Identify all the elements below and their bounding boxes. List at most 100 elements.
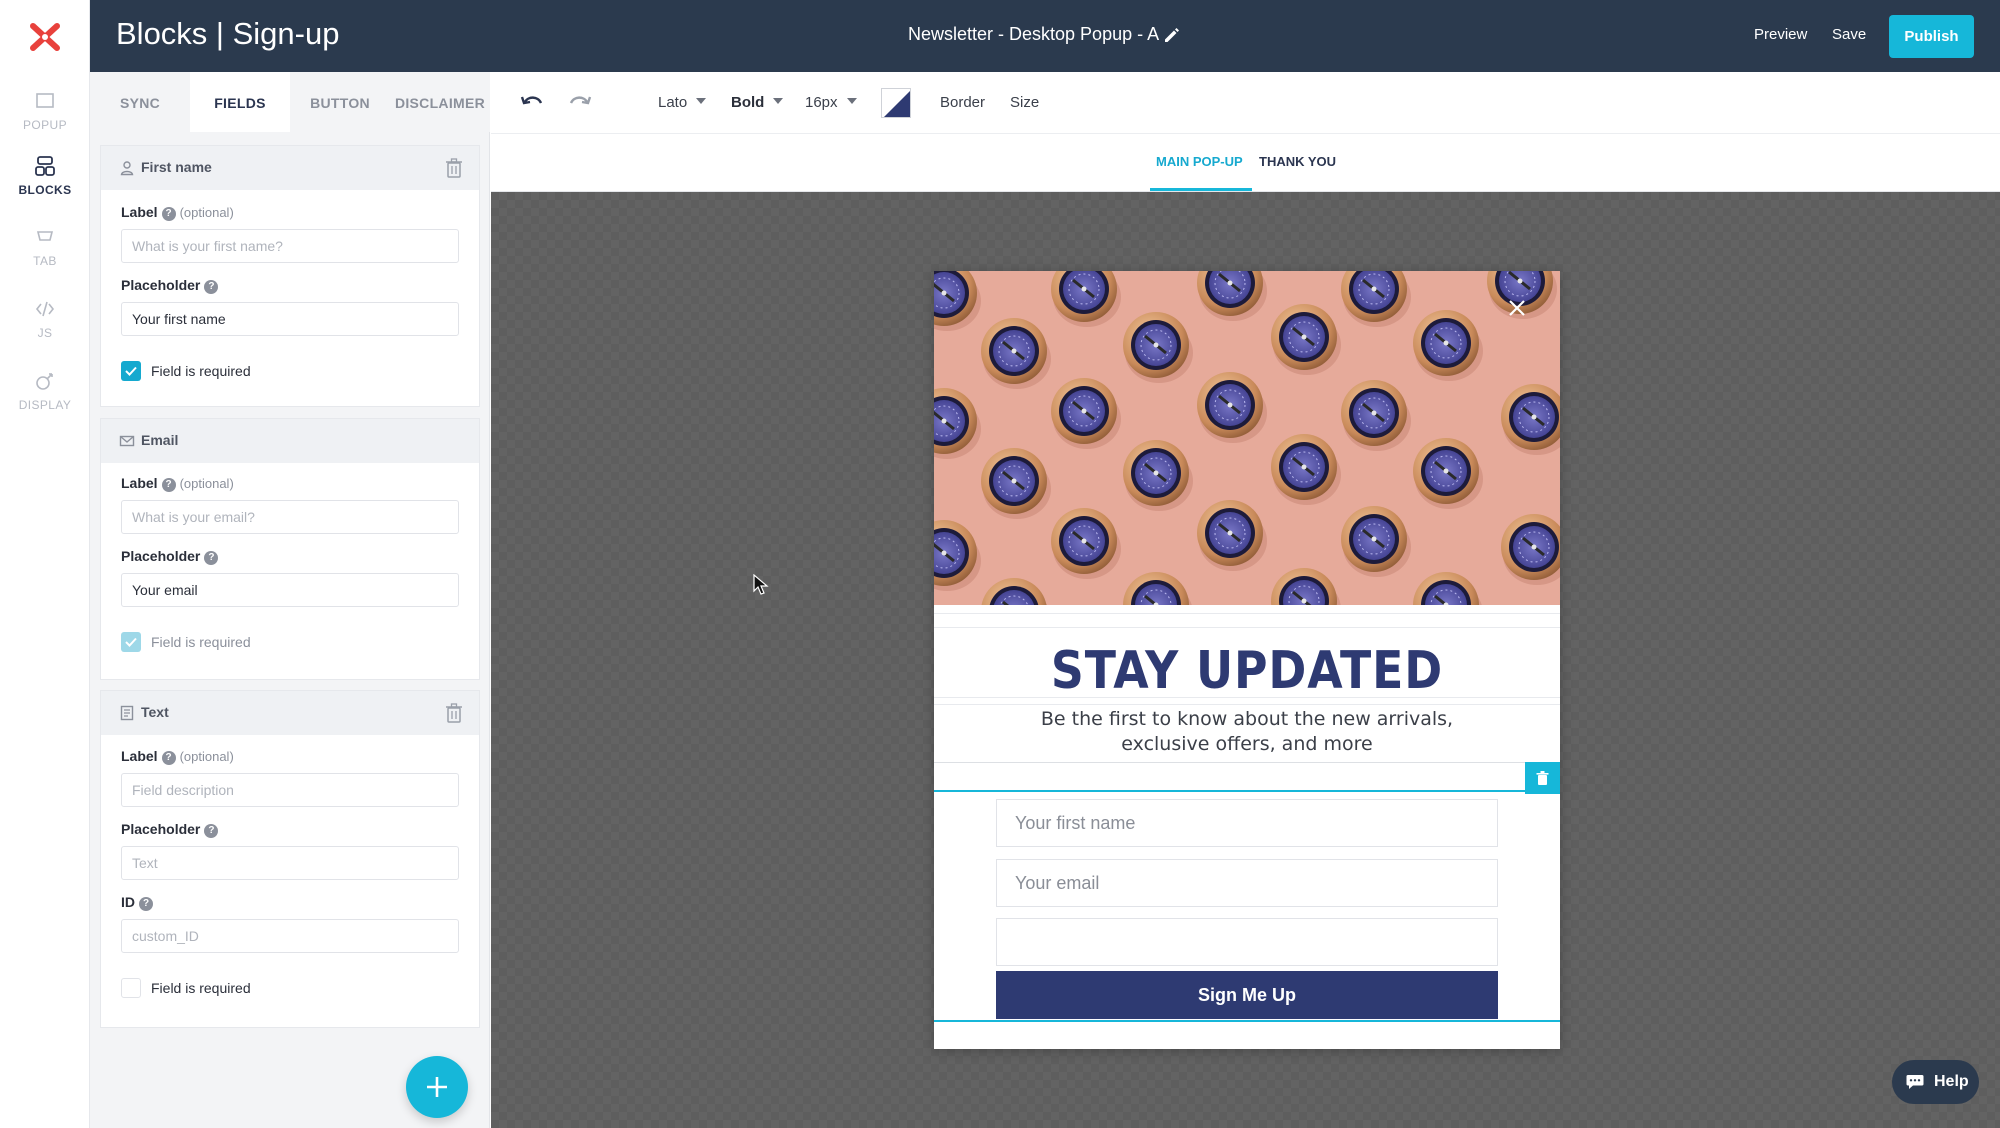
text-input[interactable] — [996, 918, 1498, 966]
rail-item-label: DISPLAY — [18, 398, 72, 412]
document-title[interactable]: Newsletter - Desktop Popup - A — [908, 24, 1159, 45]
color-split-icon — [882, 89, 910, 117]
save-button[interactable]: Save — [1832, 26, 1866, 43]
page-title: Blocks | Sign-up — [116, 16, 340, 51]
field-card-header[interactable]: Email — [101, 419, 479, 463]
size-button[interactable]: Size — [1010, 94, 1039, 111]
placeholder-input[interactable]: Your email — [121, 573, 459, 607]
font-weight-select[interactable]: Bold — [731, 94, 784, 111]
delete-block-button[interactable] — [1525, 762, 1560, 794]
text-doc-icon — [120, 705, 134, 721]
field-card-title: Email — [141, 432, 179, 448]
border-button[interactable]: Border — [940, 94, 985, 111]
active-tab-indicator — [1150, 188, 1252, 191]
tab-icon — [36, 231, 54, 241]
code-icon — [35, 301, 55, 317]
blocks-icon — [35, 156, 55, 176]
view-tabs: MAIN POP-UP THANK YOU — [491, 134, 2000, 192]
block-divider — [934, 704, 1560, 705]
tab-fields[interactable]: FIELDS — [190, 72, 290, 132]
logo-icon[interactable] — [28, 22, 62, 52]
help-icon[interactable]: ? — [204, 280, 219, 294]
trash-icon[interactable] — [445, 703, 463, 723]
selected-form-block[interactable] — [934, 762, 1526, 792]
rail-item-blocks[interactable]: BLOCKS — [0, 155, 90, 219]
sign-up-button[interactable]: Sign Me Up — [996, 971, 1498, 1019]
field-card-text: Text Label? (optional) Field description … — [100, 690, 480, 1028]
block-selection-line — [934, 1020, 1560, 1022]
help-icon[interactable]: ? — [161, 478, 176, 492]
editor-canvas[interactable]: STAY UPDATED Be the first to know about … — [491, 192, 2000, 1128]
rail-item-popup[interactable]: POPUP — [0, 90, 90, 154]
redo-icon[interactable] — [567, 92, 593, 112]
font-family-select[interactable]: Lato — [658, 94, 707, 111]
field-card-header[interactable]: Text — [101, 691, 479, 735]
undo-icon[interactable] — [519, 92, 545, 112]
label-caption: Label? (optional) — [121, 748, 234, 765]
email-input[interactable]: Your email — [996, 859, 1498, 907]
trash-icon[interactable] — [445, 158, 463, 178]
popup-preview[interactable]: STAY UPDATED Be the first to know about … — [934, 271, 1560, 1049]
chat-bubble-icon — [1906, 1075, 1924, 1089]
mouse-cursor-icon — [753, 574, 769, 595]
panel-tabs: SYNC FIELDS BUTTON DISCLAIMER — [90, 72, 490, 132]
left-nav-rail: POPUP BLOCKS TAB JS DISPLAY — [0, 0, 90, 1128]
help-icon[interactable]: ? — [161, 751, 176, 765]
rail-item-label: POPUP — [22, 118, 67, 132]
required-label: Field is required — [151, 363, 251, 379]
user-icon — [120, 161, 134, 176]
rail-item-js[interactable]: JS — [0, 298, 90, 362]
field-card-title: Text — [141, 704, 169, 720]
help-icon[interactable]: ? — [204, 824, 219, 838]
chevron-down-icon — [846, 98, 857, 104]
publish-button[interactable]: Publish — [1889, 15, 1974, 58]
popup-subtext[interactable]: Be the first to know about the new arriv… — [1004, 707, 1490, 757]
hero-image[interactable] — [934, 271, 1560, 605]
id-input[interactable]: custom_ID — [121, 919, 459, 953]
tab-button[interactable]: BUTTON — [290, 72, 390, 132]
placeholder-input[interactable]: Your first name — [121, 302, 459, 336]
fields-panel: SYNC FIELDS BUTTON DISCLAIMER First name… — [90, 72, 490, 1128]
rail-item-tab[interactable]: TAB — [0, 226, 90, 290]
placeholder-input[interactable]: Text — [121, 846, 459, 880]
field-card-header[interactable]: First name — [101, 146, 479, 190]
rail-item-label: TAB — [33, 254, 57, 268]
label-input[interactable]: What is your first name? — [121, 229, 459, 263]
required-label: Field is required — [151, 980, 251, 996]
color-swatch[interactable] — [881, 88, 911, 118]
tab-main-popup[interactable]: MAIN POP-UP — [1156, 154, 1243, 169]
field-card-title: First name — [141, 159, 212, 175]
help-icon[interactable]: ? — [161, 207, 176, 221]
placeholder-caption: Placeholder? — [121, 277, 219, 294]
help-button[interactable]: Help — [1892, 1060, 1979, 1104]
preview-button[interactable]: Preview — [1754, 26, 1807, 43]
tab-sync[interactable]: SYNC — [90, 72, 190, 132]
label-input[interactable]: What is your email? — [121, 500, 459, 534]
rail-item-label: BLOCKS — [18, 183, 72, 197]
plus-icon — [427, 1077, 447, 1097]
close-icon[interactable] — [1506, 297, 1528, 319]
block-divider — [934, 627, 1560, 628]
placeholder-caption: Placeholder? — [121, 548, 219, 565]
required-checkbox-locked — [121, 632, 141, 652]
first-name-input[interactable]: Your first name — [996, 799, 1498, 847]
id-caption: ID? — [121, 894, 153, 911]
required-checkbox[interactable] — [121, 361, 141, 381]
field-card-email: Email Label? (optional) What is your emai… — [100, 418, 480, 680]
required-checkbox[interactable] — [121, 978, 141, 998]
tab-disclaimer[interactable]: DISCLAIMER — [390, 72, 490, 132]
placeholder-caption: Placeholder? — [121, 821, 219, 838]
popup-headline[interactable]: STAY UPDATED — [972, 641, 1523, 701]
rail-item-display[interactable]: DISPLAY — [0, 370, 90, 434]
help-icon[interactable]: ? — [204, 551, 219, 565]
help-icon[interactable]: ? — [139, 897, 153, 911]
font-size-select[interactable]: 16px — [805, 94, 857, 111]
checkmark-icon — [125, 637, 137, 647]
envelope-icon — [119, 435, 135, 447]
label-input[interactable]: Field description — [121, 773, 459, 807]
add-field-button[interactable] — [406, 1056, 468, 1118]
help-label: Help — [1934, 1073, 1969, 1090]
chevron-down-icon — [773, 98, 784, 104]
pencil-icon[interactable] — [1162, 25, 1182, 45]
tab-thank-you[interactable]: THANK YOU — [1259, 154, 1336, 169]
